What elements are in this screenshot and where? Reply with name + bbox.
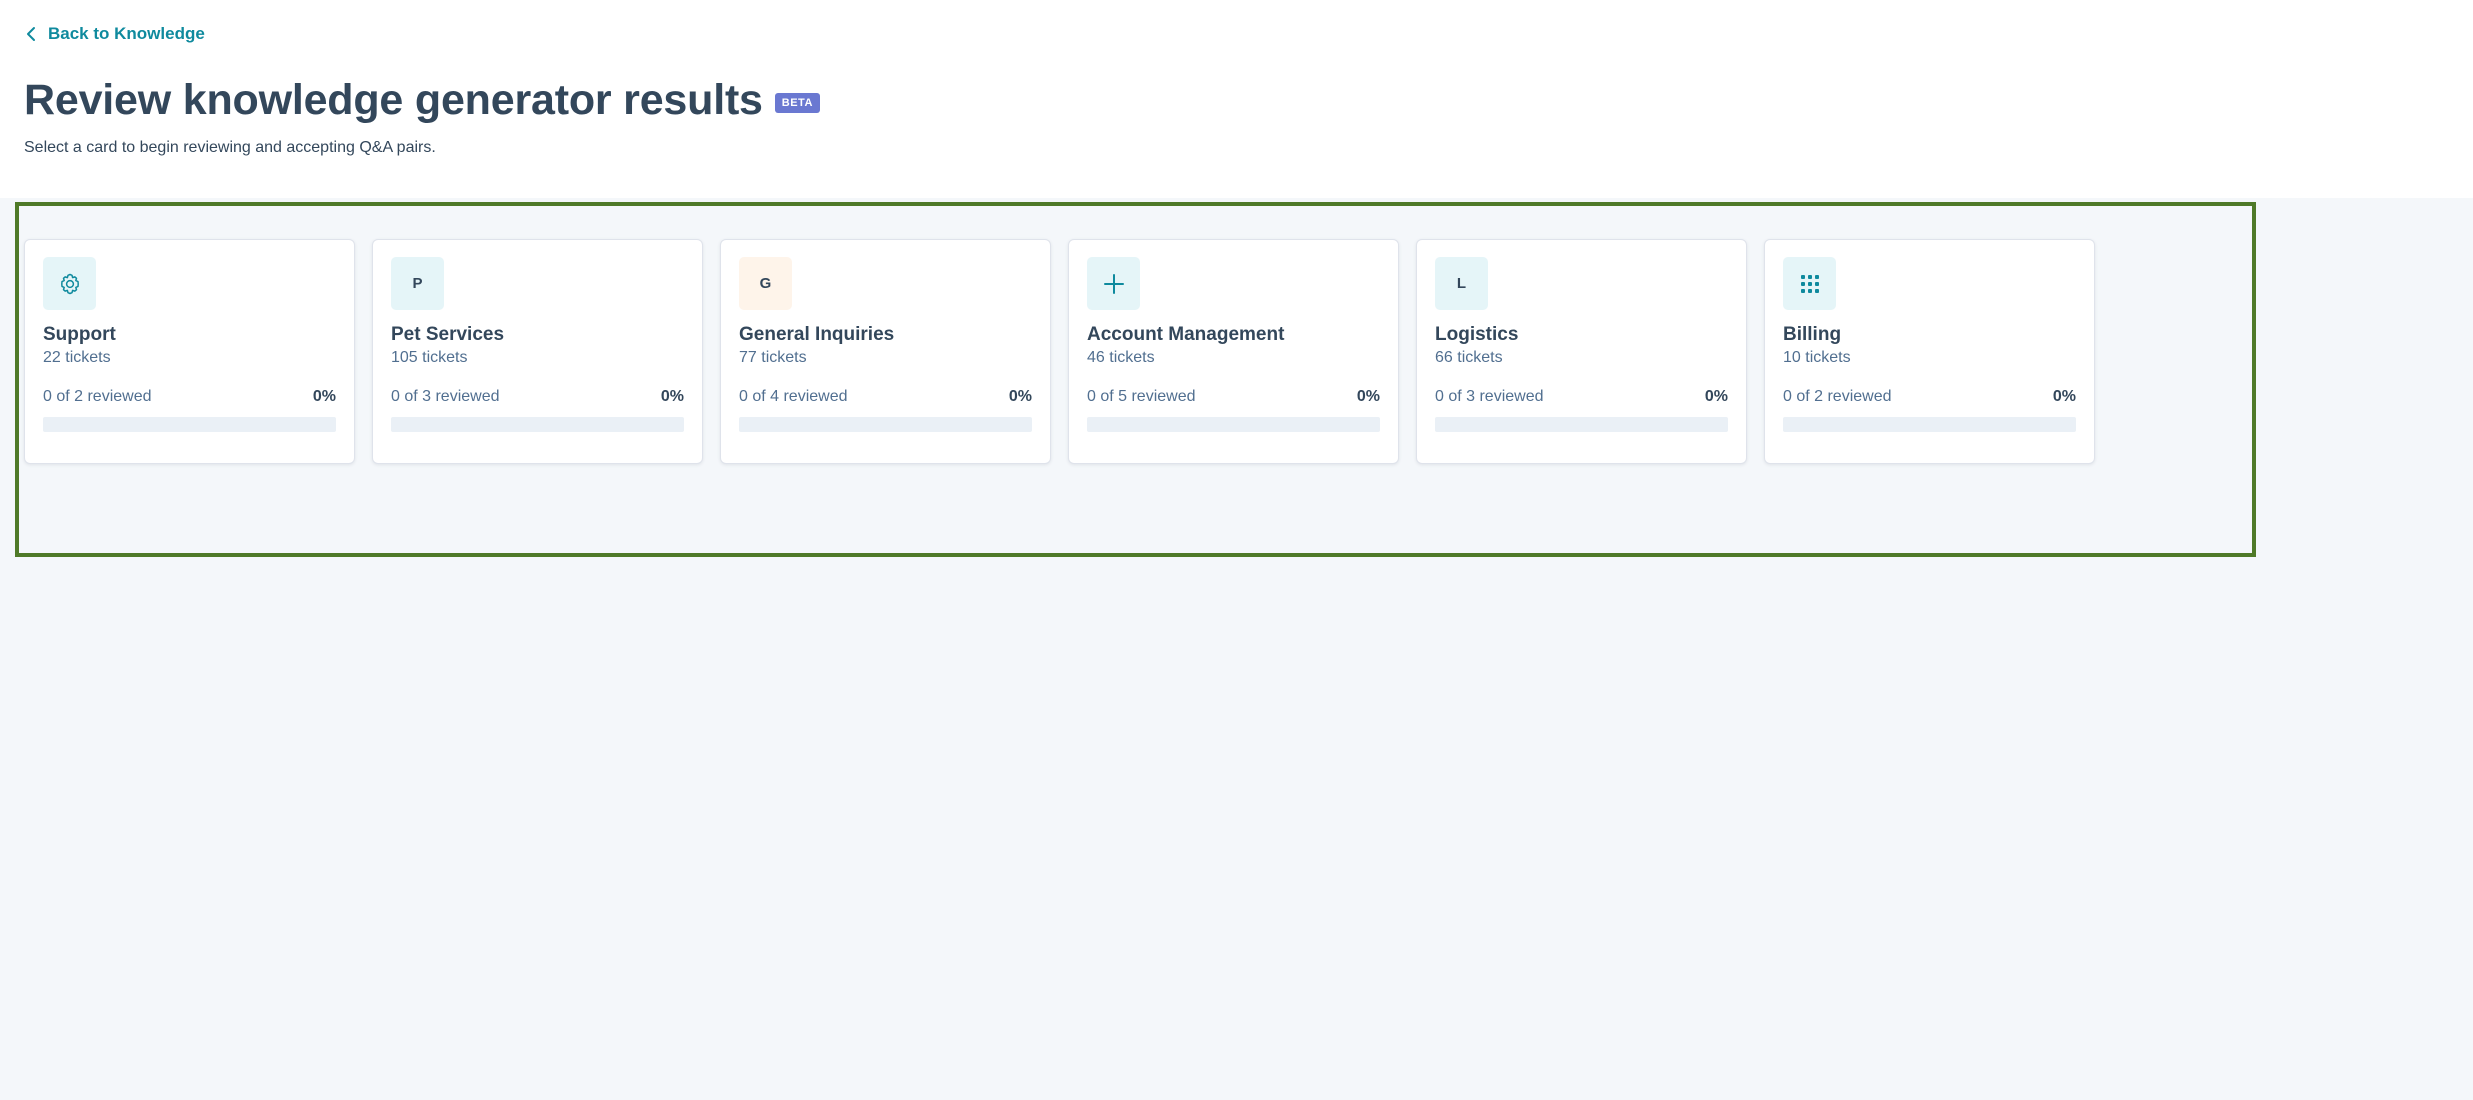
card-ticket-count: 22 tickets — [43, 349, 111, 366]
topic-card-account-management[interactable]: Account Management 46 tickets 0 of 5 rev… — [1068, 239, 1399, 464]
card-ticket-count: 66 tickets — [1435, 349, 1503, 366]
card-name: Support — [43, 324, 116, 345]
topic-card-list: Support 22 tickets 0 of 2 reviewed 0% P … — [24, 239, 2095, 464]
card-ticket-count: 10 tickets — [1783, 349, 1851, 366]
card-percent: 0% — [2052, 388, 2076, 405]
card-reviewed-count: 0 of 5 reviewed — [1087, 388, 1196, 405]
card-reviewed-count: 0 of 4 reviewed — [739, 388, 848, 405]
card-percent: 0% — [1704, 388, 1728, 405]
card-reviewed-count: 0 of 3 reviewed — [391, 388, 500, 405]
topic-card-general-inquiries[interactable]: G General Inquiries 77 tickets 0 of 4 re… — [720, 239, 1051, 464]
card-ticket-count: 77 tickets — [739, 349, 807, 366]
topic-card-pet-services[interactable]: P Pet Services 105 tickets 0 of 3 review… — [372, 239, 703, 464]
grid-icon — [1783, 257, 1836, 310]
page-title: Review knowledge generator results — [24, 76, 763, 124]
page-header: Back to Knowledge Review knowledge gener… — [0, 0, 2473, 198]
card-progress-bar — [739, 417, 1032, 432]
letter-g-icon: G — [739, 257, 792, 310]
chevron-left-icon — [27, 27, 35, 41]
card-name: General Inquiries — [739, 324, 895, 345]
card-ticket-count: 46 tickets — [1087, 349, 1155, 366]
topic-card-billing[interactable]: Billing 10 tickets 0 of 2 reviewed 0% — [1764, 239, 2095, 464]
card-reviewed-count: 0 of 2 reviewed — [1783, 388, 1892, 405]
back-to-knowledge-link[interactable]: Back to Knowledge — [24, 24, 205, 44]
card-name: Logistics — [1435, 324, 1519, 345]
card-percent: 0% — [312, 388, 336, 405]
card-percent: 0% — [660, 388, 684, 405]
card-reviewed-count: 0 of 3 reviewed — [1435, 388, 1544, 405]
back-link-label: Back to Knowledge — [48, 24, 205, 43]
card-percent: 0% — [1008, 388, 1032, 405]
card-reviewed-count: 0 of 2 reviewed — [43, 388, 152, 405]
card-ticket-count: 105 tickets — [391, 349, 468, 366]
page-subtitle: Select a card to begin reviewing and acc… — [24, 139, 436, 156]
plus-icon — [1087, 257, 1140, 310]
letter-p-icon: P — [391, 257, 444, 310]
topic-card-support[interactable]: Support 22 tickets 0 of 2 reviewed 0% — [24, 239, 355, 464]
card-progress-bar — [1783, 417, 2076, 432]
card-percent: 0% — [1356, 388, 1380, 405]
card-name: Account Management — [1087, 324, 1285, 345]
card-name: Billing — [1783, 324, 1842, 345]
card-progress-bar — [1087, 417, 1380, 432]
beta-badge: BETA — [774, 92, 820, 113]
gear-icon — [43, 257, 96, 310]
letter-l-icon: L — [1435, 257, 1488, 310]
card-progress-bar — [391, 417, 684, 432]
title-row: Review knowledge generator results BETA — [24, 76, 820, 125]
card-progress-bar — [1435, 417, 1728, 432]
card-name: Pet Services — [391, 324, 505, 345]
topic-card-logistics[interactable]: L Logistics 66 tickets 0 of 3 reviewed 0… — [1416, 239, 1747, 464]
card-progress-bar — [43, 417, 336, 432]
